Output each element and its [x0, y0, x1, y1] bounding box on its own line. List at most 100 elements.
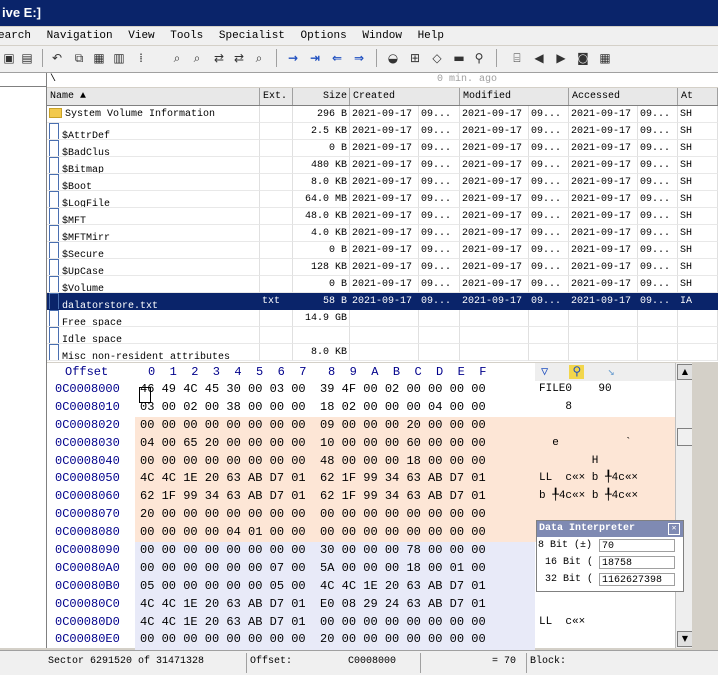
table-row[interactable]: Idle space [47, 327, 718, 344]
save-icon[interactable]: ▣ [0, 50, 18, 66]
col-size[interactable]: Size [293, 88, 350, 105]
cell-ext: txt [260, 293, 293, 310]
col-ext[interactable]: Ext. [260, 88, 293, 105]
binary-icon[interactable]: ⁞ [132, 50, 150, 66]
hex-bytes-row[interactable]: 00 00 00 00 00 00 07 00 5A 00 00 00 18 0… [135, 559, 535, 578]
table-row[interactable]: dalatorstore.txt txt 58 B 2021-09-17 09... 20… [47, 293, 718, 310]
scroll-down-icon[interactable]: ▼ [677, 631, 693, 647]
table-row[interactable]: $Volume 0 B 2021-09-17 09... 2021-09-17 09...… [47, 276, 718, 293]
camera-icon[interactable]: ◙ [574, 50, 592, 66]
cell-ext [260, 310, 293, 327]
col-modified[interactable]: Modified [460, 88, 569, 105]
hex-text-row[interactable] [535, 416, 675, 435]
chevron-down-icon[interactable]: ▽ [541, 365, 548, 379]
hex-bytes-row[interactable]: 00 00 00 00 04 01 00 00 00 00 00 00 00 0… [135, 524, 535, 543]
hex-bytes-row[interactable]: 4C 4C 1E 20 63 AB D7 01 E0 08 29 24 63 A… [135, 595, 535, 614]
forward-icon[interactable]: ⇒ [350, 50, 368, 66]
goto-sector-icon[interactable]: ⇥ [306, 50, 324, 66]
menu-help[interactable]: Help [418, 27, 444, 45]
hex-bytes-row[interactable]: 20 00 00 00 00 00 00 00 00 00 00 00 00 0… [135, 506, 535, 525]
hex-text-row[interactable]: 8 [535, 399, 675, 417]
menu-options[interactable]: Options [301, 27, 347, 45]
menu-window[interactable]: Window [362, 27, 402, 45]
replace-icon[interactable]: ⇄ [210, 50, 228, 66]
table-row[interactable]: $BadClus 0 B 2021-09-17 09... 2021-09-17 09..… [47, 140, 718, 157]
menu-navigation[interactable]: Navigation [47, 27, 113, 45]
find-icon[interactable]: ⚲ [569, 365, 585, 379]
grid-icon[interactable]: ▦ [596, 50, 614, 66]
hex-text-row[interactable] [535, 596, 675, 614]
table-row[interactable]: $Secure 0 B 2021-09-17 09... 2021-09-17 09...… [47, 242, 718, 259]
menu-view[interactable]: View [128, 27, 154, 45]
table-row[interactable]: $MFTMirr 4.0 KB 2021-09-17 09... 2021-09-17 0… [47, 225, 718, 242]
scroll-thumb[interactable] [677, 428, 693, 446]
hex-bytes-row[interactable]: 4C 4C 1E 20 63 AB D7 01 62 1F 99 34 63 A… [135, 470, 535, 489]
disk-icon[interactable]: ◒ [384, 50, 402, 66]
interp-value-32bit[interactable]: 1162627398 [599, 573, 675, 586]
hex-bytes-row[interactable]: 03 00 02 00 38 00 00 00 18 02 00 00 00 0… [135, 399, 535, 417]
menu-specialist[interactable]: Specialist [219, 27, 285, 45]
col-attr[interactable]: At [678, 88, 718, 105]
table-row[interactable]: $UpCase 128 KB 2021-09-17 09... 2021-09-17 09… [47, 259, 718, 276]
interp-value-8bit[interactable]: 70 [599, 539, 675, 552]
calculator-icon[interactable]: ⌸ [508, 50, 526, 66]
col-accessed[interactable]: Accessed [569, 88, 678, 105]
hex-text-row[interactable]: LL c«× [535, 614, 675, 632]
next-icon[interactable]: ▶ [552, 50, 570, 66]
close-icon[interactable]: ✕ [668, 523, 680, 535]
menu-search[interactable]: earch [0, 27, 31, 45]
hex-bytes-row[interactable]: 62 1F 99 34 63 AB D7 01 62 1F 99 34 63 A… [135, 488, 535, 507]
col-name[interactable]: Name ▲ [47, 88, 260, 105]
text-view[interactable]: ▽ ⚲ ↘ FILE0 90 8 e ` H LL c«× b ╀4c«× b ╀4… [535, 363, 675, 663]
hex-text-row[interactable]: LL c«× b ╀4c«× [535, 470, 675, 489]
toolbar-separator [276, 49, 277, 67]
table-row[interactable]: Free space 14.9 GB [47, 310, 718, 327]
hex-bytes-row[interactable]: 00 00 00 00 00 00 00 00 20 00 00 00 00 0… [135, 631, 535, 650]
hex-scrollbar[interactable]: ▲ ▼ [675, 363, 693, 648]
search-icon[interactable]: ⚲ [470, 50, 488, 66]
find-hex-icon[interactable]: ⌕ [188, 50, 206, 66]
col-created[interactable]: Created [350, 88, 460, 105]
menu-tools[interactable]: Tools [170, 27, 203, 45]
file-icon [49, 225, 59, 241]
replace-hex-icon[interactable]: ⇄ [230, 50, 248, 66]
paste-special-icon[interactable]: ▥ [110, 50, 128, 66]
table-row[interactable]: System Volume Information 296 B 2021-09-17… [47, 106, 718, 123]
hex-text-row[interactable]: H [535, 452, 675, 471]
hex-text-row[interactable]: b ╀4c«× b ╀4c«× [535, 488, 675, 507]
hex-view[interactable]: 0 1 2 3 4 5 6 7 8 9 A B C D E F 46 49 4C… [135, 363, 535, 668]
table-row[interactable]: Misc non-resident attributes 8.0 KB [47, 344, 718, 361]
table-row[interactable]: $LogFile 64.0 MB 2021-09-17 09... 2021-09-17… [47, 191, 718, 208]
prev-icon[interactable]: ◀ [530, 50, 548, 66]
wand-icon[interactable]: ↘ [607, 365, 614, 379]
table-row[interactable]: $MFT 48.0 KB 2021-09-17 09... 2021-09-17 09..… [47, 208, 718, 225]
network-icon[interactable]: ⊞ [406, 50, 424, 66]
toolbar-separator [376, 49, 377, 67]
hex-bytes-row[interactable]: 04 00 65 20 00 00 00 00 10 00 00 00 60 0… [135, 434, 535, 453]
table-row[interactable]: $Bitmap 480 KB 2021-09-17 09... 2021-09-17 09… [47, 157, 718, 174]
scroll-up-icon[interactable]: ▲ [677, 364, 693, 380]
interp-value-16bit[interactable]: 18758 [599, 556, 675, 569]
hex-text-row[interactable]: FILE0 90 [535, 381, 675, 399]
back-icon[interactable]: ⇐ [328, 50, 346, 66]
hex-text-row[interactable]: e ` [535, 434, 675, 453]
drive-icon[interactable]: ◇ [428, 50, 446, 66]
hex-bytes-row[interactable]: 4C 4C 1E 20 63 AB D7 01 00 00 00 00 00 0… [135, 613, 535, 632]
directory-tree-pane[interactable] [0, 73, 47, 648]
hex-text-row[interactable] [535, 631, 675, 649]
ram-icon[interactable]: ▬ [450, 50, 468, 66]
find-next-icon[interactable]: ⌕ [250, 50, 268, 66]
hex-bytes-row[interactable]: 00 00 00 00 00 00 00 00 30 00 00 00 78 0… [135, 542, 535, 560]
find-icon[interactable]: ⌕ [168, 50, 186, 66]
copy-icon[interactable]: ⧉ [70, 50, 88, 66]
paste-icon[interactable]: ▦ [90, 50, 108, 66]
open-folder-icon[interactable]: ▤ [18, 50, 36, 66]
hex-bytes-row[interactable]: 46 49 4C 45 30 00 03 00 39 4F 00 02 00 0… [135, 381, 535, 399]
hex-bytes-row[interactable]: 05 00 00 00 00 00 05 00 4C 4C 1E 20 63 A… [135, 577, 535, 596]
table-row[interactable]: $Boot 8.0 KB 2021-09-17 09... 2021-09-17 09..… [47, 174, 718, 191]
undo-icon[interactable]: ↶ [48, 50, 66, 66]
goto-offset-icon[interactable]: → [284, 50, 302, 66]
hex-bytes-row[interactable]: 00 00 00 00 00 00 00 00 09 00 00 00 20 0… [135, 416, 535, 435]
table-row[interactable]: $AttrDef 2.5 KB 2021-09-17 09... 2021-09-17 0… [47, 123, 718, 140]
hex-bytes-row[interactable]: 00 00 00 00 00 00 00 00 48 00 00 00 18 0… [135, 452, 535, 471]
